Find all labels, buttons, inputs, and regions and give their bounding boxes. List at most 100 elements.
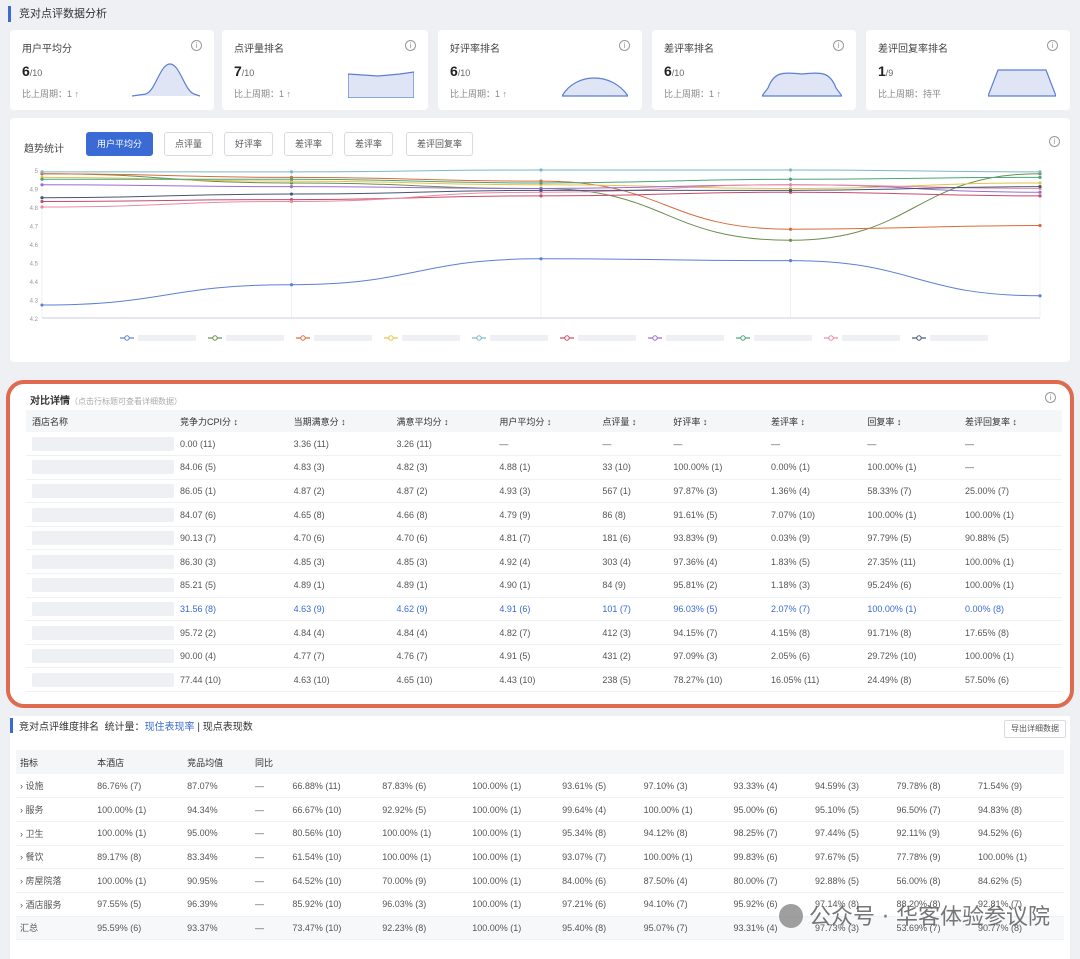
table-cell: 100.00% (1) (93, 868, 184, 893)
table-cell: 61.54% (10) (288, 845, 379, 870)
table-cell: 79.78% (8) (892, 774, 974, 799)
table-cell: › 卫生 (16, 821, 94, 846)
table-row[interactable]: 86.30 (3) 4.85 (3) 4.85 (3) 4.92 (4) 303 (4)… (26, 549, 1062, 575)
table-cell: 100.00% (1) (468, 774, 559, 799)
info-icon[interactable]: i (191, 40, 202, 51)
column-header[interactable]: 好评率 ↕ (667, 410, 765, 432)
table-cell: 100.00% (1) (93, 821, 184, 846)
table-row[interactable]: 90.00 (4) 4.77 (7) 4.76 (7) 4.91 (5) 431 (2)… (26, 644, 1062, 669)
table-row[interactable]: 84.06 (5) 4.83 (3) 4.82 (3) 4.88 (1) 33 (10)… (26, 455, 1062, 480)
table-row[interactable]: › 房屋院落 100.00% (1) 90.95% —64.52% (10) 70.00… (16, 868, 1064, 893)
column-header[interactable]: 用户平均分 ↕ (493, 410, 597, 432)
column-header: 本酒店 (93, 750, 184, 774)
column-header[interactable]: 当期满意分 ↕ (287, 410, 391, 432)
table-cell: › 酒店服务 (16, 892, 94, 917)
table-row[interactable]: 84.07 (6) 4.65 (8) 4.66 (8) 4.79 (9) 86 (8) 9… (26, 502, 1062, 527)
table-cell: 1.36% (4) (764, 479, 862, 504)
link-point-count[interactable]: 现点表现数 (203, 722, 253, 733)
compare-title: 对比详情（点击行标题可查看详细数据） (30, 396, 182, 407)
kpi-card-user-score[interactable]: 用户平均分 i 6/10 比上周期：1 ↑ (10, 30, 214, 110)
y-tick-label: 4.9 (30, 188, 39, 194)
table-cell: 96.03% (3) (378, 892, 469, 917)
table-cell: — (861, 432, 960, 457)
series-point (788, 177, 793, 181)
export-button[interactable]: 导出详细数据 (1004, 720, 1066, 738)
column-header (811, 750, 893, 774)
table-cell: 94.10% (7) (639, 892, 730, 917)
table-row[interactable]: › 卫生 100.00% (1) 95.00% —80.56% (10) 100.00%… (16, 821, 1064, 846)
hotel-name-cell (26, 549, 174, 575)
table-cell: 94.59% (3) (811, 774, 893, 799)
column-header[interactable]: 回复率 ↕ (861, 410, 960, 432)
column-header[interactable]: 差评回复率 ↕ (959, 410, 1062, 432)
table-cell: 431 (2) (596, 644, 668, 669)
table-row[interactable]: 31.56 (8) 4.63 (9) 4.62 (9) 4.91 (6) 101 (7)… (26, 597, 1062, 622)
table-cell: 92.88% (5) (811, 868, 893, 893)
series-point (289, 199, 294, 204)
table-cell: 4.91 (6) (493, 597, 597, 622)
table-cell: 4.91 (5) (493, 644, 597, 669)
table-cell: 4.66 (8) (390, 502, 494, 527)
kpi-sparkline (132, 63, 200, 97)
table-row[interactable]: 86.05 (1) 4.87 (2) 4.87 (2) 4.93 (3) 567 (1)… (26, 479, 1062, 504)
column-header[interactable]: 竞争力CPI分 ↕ (174, 410, 288, 432)
info-icon[interactable]: i (1047, 40, 1058, 51)
table-cell: 7.07% (10) (764, 502, 862, 527)
table-cell: 87.83% (6) (378, 774, 469, 799)
table-cell: 4.84 (4) (287, 620, 391, 645)
table-row[interactable]: 90.13 (7) 4.70 (6) 4.70 (6) 4.81 (7) 181 (6)… (26, 526, 1062, 551)
table-cell: 4.92 (4) (493, 549, 597, 575)
table-cell: 4.63 (10) (287, 667, 391, 693)
table-row[interactable]: › 设施 86.76% (7) 87.07% —66.88% (11) 87.83% (… (16, 774, 1064, 799)
hotel-name-cell (26, 479, 174, 504)
info-icon[interactable]: i (619, 40, 630, 51)
table-cell: 97.10% (3) (639, 774, 730, 799)
column-header: 酒店名称 (26, 410, 174, 432)
series-point (1038, 170, 1042, 174)
kpi-card-reply-rate[interactable]: 差评回复率排名 i 1/9 比上周期：持平 (866, 30, 1070, 110)
info-icon[interactable]: i (405, 40, 416, 51)
table-row[interactable]: 95.72 (2) 4.84 (4) 4.84 (4) 4.82 (7) 412 (3)… (26, 620, 1062, 645)
table-row[interactable]: 0.00 (11) 3.36 (11) 3.26 (11) — — — — — — (26, 432, 1062, 457)
legend-marker (300, 335, 306, 341)
redacted-name (32, 460, 174, 475)
table-row[interactable]: › 餐饮 89.17% (8) 83.34% —61.54% (10) 100.00% … (16, 845, 1064, 870)
redacted-name (32, 507, 174, 522)
info-icon[interactable]: i (1045, 392, 1056, 403)
table-cell: 4.76 (7) (390, 644, 494, 669)
table-cell: › 餐饮 (16, 845, 94, 870)
table-cell: 97.09% (3) (667, 644, 765, 669)
column-header (973, 750, 1064, 774)
legend-marker (124, 335, 130, 341)
table-row[interactable]: 77.44 (10) 4.63 (10) 4.65 (10) 4.43 (10) 238… (26, 667, 1062, 693)
table-cell: 99.64% (4) (558, 797, 640, 822)
column-header[interactable]: 满意平均分 ↕ (390, 410, 494, 432)
table-cell: 94.83% (8) (973, 797, 1064, 822)
table-row[interactable]: › 服务 100.00% (1) 94.34% —66.67% (10) 92.92% … (16, 797, 1064, 822)
column-header[interactable]: 点评量 ↕ (596, 410, 668, 432)
kpi-card-bad-rate[interactable]: 差评率排名 i 6/10 比上周期：1 ↑ (652, 30, 856, 110)
table-cell: 64.52% (10) (288, 868, 379, 893)
series-point (788, 227, 793, 231)
table-cell: 95.00% (6) (729, 797, 811, 822)
table-cell: 86.76% (7) (93, 774, 184, 799)
column-header[interactable]: 差评率 ↕ (764, 410, 862, 432)
column-header (288, 750, 379, 774)
table-cell: 94.52% (6) (973, 821, 1064, 846)
table-row[interactable]: 85.21 (5) 4.89 (1) 4.89 (1) 4.90 (1) 84 (9) 9… (26, 573, 1062, 598)
series-point (1038, 175, 1042, 179)
table-cell: 4.84 (4) (390, 620, 494, 645)
series-point (289, 185, 294, 189)
hotel-name-cell (26, 573, 174, 598)
info-icon[interactable]: i (833, 40, 844, 51)
table-cell: 4.82 (3) (390, 455, 494, 480)
table-cell: 86.05 (1) (174, 479, 288, 504)
legend-label (490, 335, 548, 341)
kpi-card-good-rate[interactable]: 好评率排名 i 6/10 比上周期：1 ↑ (438, 30, 642, 110)
table-cell: 95.24% (6) (861, 573, 960, 598)
kpi-card-review-count[interactable]: 点评量排名 i 7/10 比上周期：1 ↑ (222, 30, 428, 110)
table-cell: 84.06 (5) (174, 455, 288, 480)
table-cell: 86 (8) (596, 502, 668, 527)
table-cell: — (493, 432, 597, 457)
link-live-rate[interactable]: 现住表现率 (145, 722, 195, 733)
